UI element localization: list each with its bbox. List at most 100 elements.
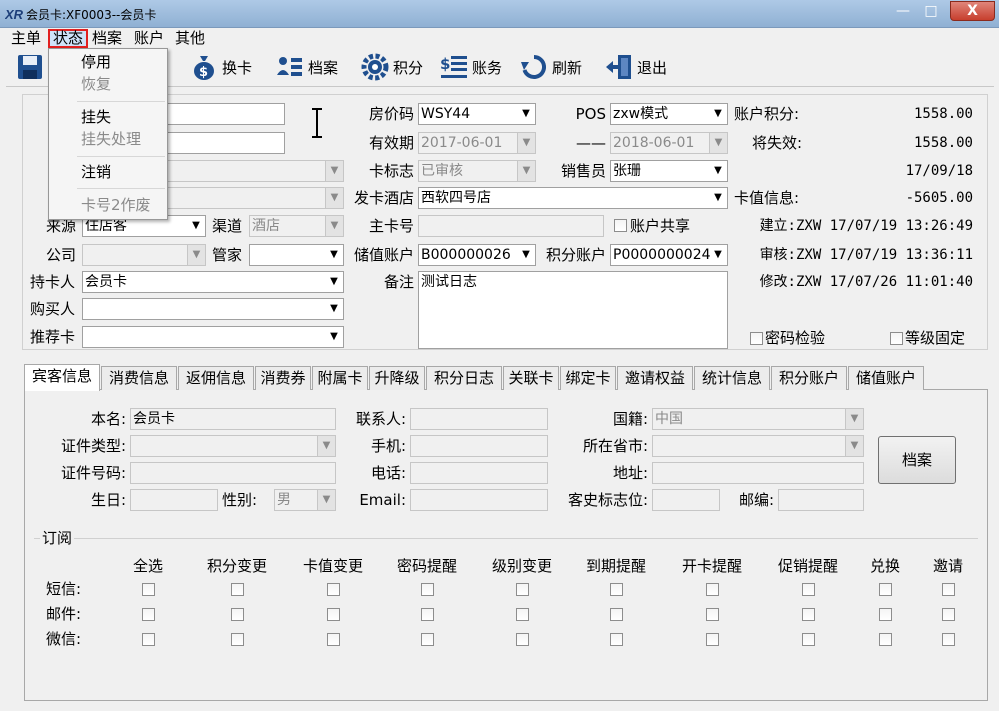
exit-button[interactable]: 退出 bbox=[605, 50, 667, 84]
save-button[interactable] bbox=[16, 50, 48, 84]
close-button[interactable]: X bbox=[950, 1, 995, 21]
tab-statistics[interactable]: 统计信息 bbox=[694, 366, 770, 390]
account-share-checkbox[interactable] bbox=[614, 219, 627, 232]
phone-field[interactable] bbox=[410, 462, 548, 484]
subscribe-checkbox[interactable] bbox=[142, 583, 155, 596]
id-number-field[interactable] bbox=[130, 462, 336, 484]
tab-sub-card[interactable]: 附属卡 bbox=[312, 366, 368, 390]
tab-coupons[interactable]: 消费券 bbox=[255, 366, 311, 390]
history-flag-field[interactable] bbox=[652, 489, 720, 511]
accounting-button[interactable]: $ 账务 bbox=[440, 50, 502, 84]
subscribe-checkbox[interactable] bbox=[231, 583, 244, 596]
subscribe-checkbox[interactable] bbox=[231, 633, 244, 646]
change-card-button[interactable]: $ 换卡 bbox=[190, 50, 252, 84]
menu-account[interactable]: 账户 bbox=[131, 29, 167, 48]
mobile-field[interactable] bbox=[410, 435, 548, 457]
subscribe-checkbox[interactable] bbox=[942, 583, 955, 596]
points-account-select[interactable]: P0000000024 ▼ bbox=[610, 244, 728, 266]
manager-select[interactable]: ▼ bbox=[249, 244, 344, 266]
subscribe-checkbox[interactable] bbox=[142, 633, 155, 646]
validity-from-select[interactable]: 2017-06-01 ▼ bbox=[418, 132, 536, 154]
subscribe-checkbox[interactable] bbox=[231, 608, 244, 621]
subscribe-checkbox[interactable] bbox=[942, 633, 955, 646]
subscribe-checkbox[interactable] bbox=[327, 633, 340, 646]
referrer-select[interactable]: ▼ bbox=[82, 326, 344, 348]
menu-archive[interactable]: 档案 bbox=[89, 29, 125, 48]
tab-linked-card[interactable]: 关联卡 bbox=[503, 366, 559, 390]
subscribe-checkbox[interactable] bbox=[879, 583, 892, 596]
company-select[interactable]: ▼ bbox=[82, 244, 206, 266]
subscribe-checkbox[interactable] bbox=[879, 608, 892, 621]
maximize-button[interactable]: □ bbox=[918, 3, 944, 21]
address-field[interactable] bbox=[652, 462, 864, 484]
tab-commission-info[interactable]: 返佣信息 bbox=[178, 366, 254, 390]
refresh-button[interactable]: 刷新 bbox=[520, 50, 582, 84]
menu-other[interactable]: 其他 bbox=[172, 29, 208, 48]
subscribe-checkbox[interactable] bbox=[942, 608, 955, 621]
subscribe-checkbox[interactable] bbox=[142, 608, 155, 621]
stored-account-select[interactable]: B000000026 ▼ bbox=[418, 244, 536, 266]
menu-item-report-loss[interactable]: 挂失 bbox=[81, 107, 111, 127]
subscribe-checkbox[interactable] bbox=[610, 583, 623, 596]
buyer-select[interactable]: ▼ bbox=[82, 298, 344, 320]
subscribe-checkbox[interactable] bbox=[327, 608, 340, 621]
subscribe-checkbox[interactable] bbox=[610, 608, 623, 621]
birthday-field[interactable] bbox=[130, 489, 218, 511]
gender-select[interactable]: 男 ▼ bbox=[274, 489, 336, 511]
archive-button[interactable]: 档案 bbox=[878, 436, 956, 484]
subscribe-checkbox[interactable] bbox=[802, 633, 815, 646]
issuing-hotel-select[interactable]: 西软四号店 ▼ bbox=[418, 187, 728, 209]
card-flag-select[interactable]: 已审核 ▼ bbox=[418, 160, 536, 182]
remark-textarea[interactable]: 测试日志 bbox=[418, 271, 728, 349]
subscribe-checkbox[interactable] bbox=[706, 608, 719, 621]
pos-select[interactable]: zxw模式 ▼ bbox=[610, 103, 728, 125]
channel-select[interactable]: 酒店 ▼ bbox=[249, 215, 344, 237]
name-field[interactable]: 会员卡 bbox=[130, 408, 336, 430]
tab-points-log[interactable]: 积分日志 bbox=[426, 366, 502, 390]
validity-to-select[interactable]: 2018-06-01 ▼ bbox=[610, 132, 728, 154]
contact-field[interactable] bbox=[410, 408, 548, 430]
accounting-label: 账务 bbox=[472, 58, 503, 77]
holder-select[interactable]: 会员卡 ▼ bbox=[82, 271, 344, 293]
email-field[interactable] bbox=[410, 489, 548, 511]
subscribe-checkbox[interactable] bbox=[879, 633, 892, 646]
tab-invite-benefits[interactable]: 邀请权益 bbox=[617, 366, 693, 390]
id-type-select[interactable]: ▼ bbox=[130, 435, 336, 457]
zip-field[interactable] bbox=[778, 489, 864, 511]
salesman-select[interactable]: 张珊 ▼ bbox=[610, 160, 728, 182]
menu-main[interactable]: 主单 bbox=[8, 29, 44, 48]
tab-guest-info[interactable]: 宾客信息 bbox=[24, 364, 100, 391]
menu-item-cancel[interactable]: 注销 bbox=[81, 162, 111, 182]
password-check-checkbox[interactable] bbox=[750, 332, 763, 345]
province-select[interactable]: ▼ bbox=[652, 435, 864, 457]
tab-consumption-info[interactable]: 消费信息 bbox=[101, 366, 177, 390]
main-card-field[interactable] bbox=[418, 215, 604, 237]
subscribe-checkbox[interactable] bbox=[802, 583, 815, 596]
subscribe-checkbox[interactable] bbox=[610, 633, 623, 646]
nationality-select[interactable]: 中国 ▼ bbox=[652, 408, 864, 430]
subscribe-checkbox[interactable] bbox=[327, 583, 340, 596]
tab-stored-account[interactable]: 储值账户 bbox=[848, 366, 924, 390]
rate-code-select[interactable]: WSY44 ▼ bbox=[418, 103, 536, 125]
profile-button[interactable]: 档案 bbox=[276, 50, 338, 84]
name-label: 本名: bbox=[90, 410, 126, 428]
subscribe-checkbox[interactable] bbox=[706, 583, 719, 596]
subscribe-checkbox[interactable] bbox=[516, 608, 529, 621]
menu-status[interactable]: 状态 bbox=[48, 29, 89, 48]
chevron-down-icon: ▼ bbox=[522, 108, 530, 119]
tab-bound-card[interactable]: 绑定卡 bbox=[560, 366, 616, 390]
subscribe-checkbox[interactable] bbox=[516, 583, 529, 596]
level-fixed-checkbox[interactable] bbox=[890, 332, 903, 345]
subscribe-checkbox[interactable] bbox=[516, 633, 529, 646]
tab-level-change[interactable]: 升降级 bbox=[369, 366, 425, 390]
tab-points-account[interactable]: 积分账户 bbox=[771, 366, 847, 390]
subscribe-checkbox[interactable] bbox=[421, 608, 434, 621]
points-button[interactable]: 积分 bbox=[361, 50, 423, 84]
subscribe-checkbox[interactable] bbox=[706, 633, 719, 646]
subscribe-checkbox[interactable] bbox=[421, 633, 434, 646]
subscribe-checkbox[interactable] bbox=[802, 608, 815, 621]
salesman-value: 张珊 bbox=[613, 163, 641, 179]
subscribe-checkbox[interactable] bbox=[421, 583, 434, 596]
menu-item-disable[interactable]: 停用 bbox=[81, 52, 111, 72]
minimize-button[interactable]: — bbox=[890, 3, 916, 21]
